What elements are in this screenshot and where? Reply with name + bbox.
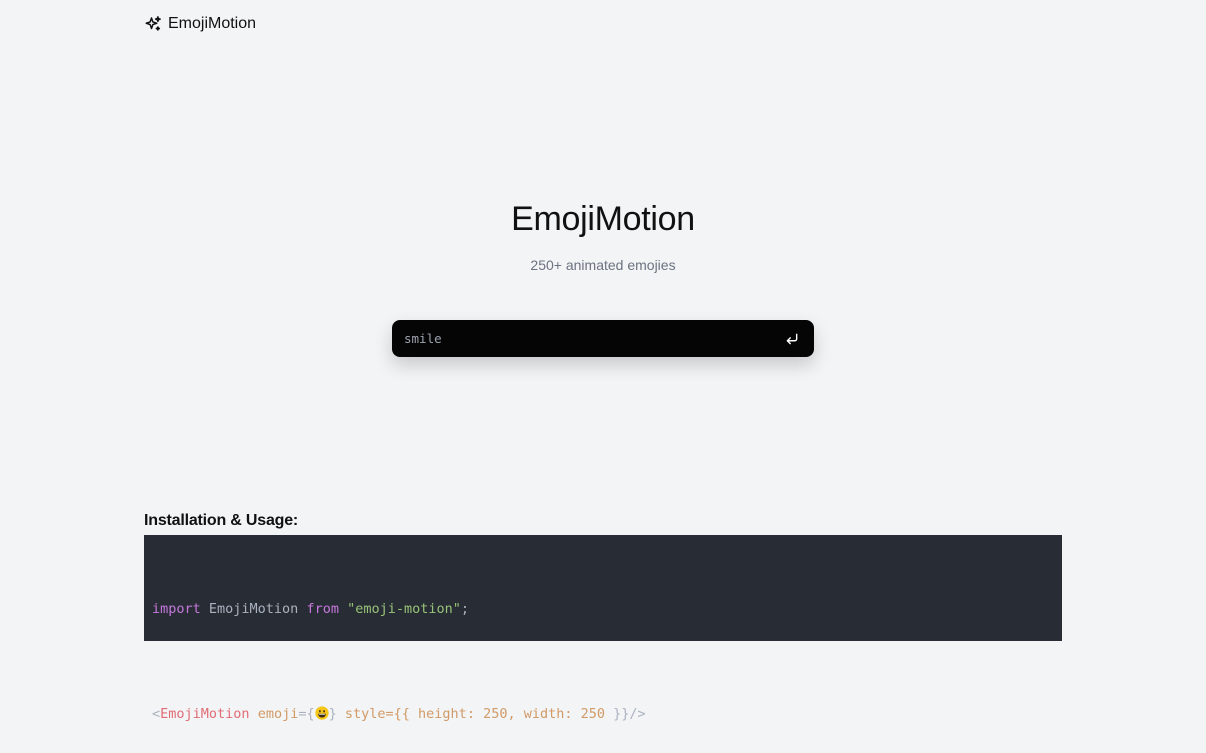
installation-usage-heading: Installation & Usage:	[144, 512, 299, 529]
code-semicolon: ;	[460, 601, 470, 617]
code-attr-style: style	[344, 706, 386, 722]
page-title: EmojiMotion	[511, 200, 695, 238]
code-identifier: EmojiMotion	[200, 601, 307, 617]
code-value-width: 250	[580, 706, 606, 722]
code-colon: :	[466, 706, 484, 722]
brand-name: EmojiMotion	[168, 15, 257, 32]
code-line-import: import EmojiMotion from "emoji-motion";	[152, 599, 1054, 620]
code-equals-brace: ={	[298, 706, 315, 722]
code-key-height: height	[418, 706, 467, 722]
code-comma: ,	[507, 706, 524, 722]
search-input[interactable]	[404, 331, 782, 346]
code-key-width: width	[523, 706, 565, 722]
code-module-string: "emoji-motion"	[347, 601, 461, 617]
code-tag-close: }}/>	[605, 706, 646, 722]
code-keyword-import: import	[152, 601, 201, 617]
enter-return-icon	[786, 333, 798, 344]
sparkles-icon	[145, 16, 161, 31]
usage-code-block: import EmojiMotion from "emoji-motion"; …	[144, 535, 1062, 722]
code-keyword-from: from	[306, 601, 339, 617]
search-bar	[392, 320, 814, 357]
code-component-name: EmojiMotion	[160, 706, 250, 722]
page-subtitle: 250+ animated emojies	[530, 257, 676, 273]
code-equals-double-brace: ={{	[385, 706, 419, 722]
grinning-face-icon	[314, 706, 329, 720]
brand-logo-link[interactable]: EmojiMotion	[144, 15, 256, 33]
code-tag-open: <	[152, 706, 161, 722]
code-value-height: 250	[483, 706, 508, 722]
code-line-component: <EmojiMotion emoji={ } style={{ height: …	[152, 704, 1054, 725]
code-attr-emoji: emoji	[257, 706, 299, 722]
code-close-brace: }	[328, 706, 337, 722]
code-colon: :	[564, 706, 581, 722]
search-submit-button[interactable]	[782, 329, 802, 349]
